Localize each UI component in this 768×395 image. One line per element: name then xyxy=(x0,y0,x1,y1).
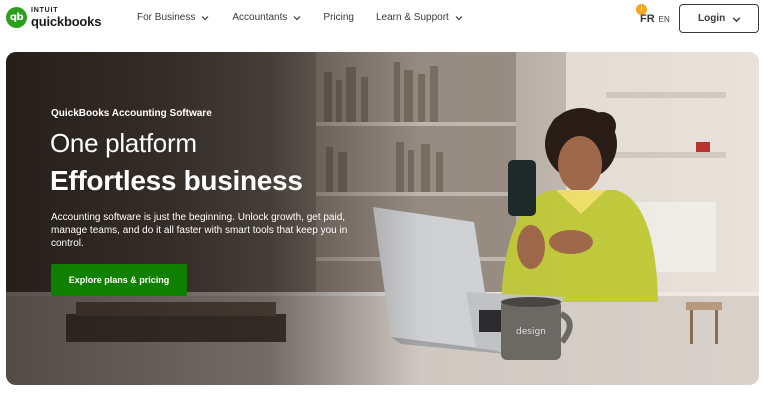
logo-wordmark: INTUIT quickbooks xyxy=(31,7,101,28)
chevron-down-icon xyxy=(455,15,463,20)
hero-description: Accounting software is just the beginnin… xyxy=(51,212,348,249)
quickbooks-logo[interactable]: qb INTUIT quickbooks xyxy=(6,7,101,28)
login-button[interactable]: Login xyxy=(679,4,759,33)
chevron-down-icon xyxy=(293,15,301,20)
hero-headline-line2: Effortless business xyxy=(50,165,303,196)
nav-pricing[interactable]: Pricing xyxy=(323,12,354,23)
login-label: Login xyxy=(698,13,726,24)
nav-learn-support[interactable]: Learn & Support xyxy=(376,12,464,23)
quickbooks-logo-icon: qb xyxy=(6,7,27,28)
chevron-down-icon xyxy=(732,17,741,23)
nav-learn-support-label: Learn & Support xyxy=(375,12,449,23)
logo-brand: INTUIT xyxy=(31,7,59,14)
logo-product: quickbooks xyxy=(31,14,102,29)
hero-headline-line1: One platform xyxy=(50,128,197,158)
nav-pricing-label: Pricing xyxy=(323,12,354,23)
explore-plans-button[interactable]: Explore plans & pricing xyxy=(51,264,187,296)
site-header: qb INTUIT quickbooks For Business Accoun… xyxy=(0,0,768,40)
nav-for-business-label: For Business xyxy=(137,12,196,23)
language-switcher[interactable]: FR EN xyxy=(640,13,670,25)
nav-for-business[interactable]: For Business xyxy=(137,12,210,23)
hero-eyebrow: QuickBooks Accounting Software xyxy=(51,108,212,119)
language-other[interactable]: EN xyxy=(659,15,670,24)
nav-accountants[interactable]: Accountants xyxy=(232,12,302,23)
main-nav: For Business Accountants Pricing Learn &… xyxy=(137,12,464,23)
nav-accountants-label: Accountants xyxy=(232,12,288,23)
chevron-down-icon xyxy=(201,15,209,20)
language-current[interactable]: FR xyxy=(640,13,655,25)
hero-banner: design QuickBooks Accounting Software On… xyxy=(6,52,759,385)
